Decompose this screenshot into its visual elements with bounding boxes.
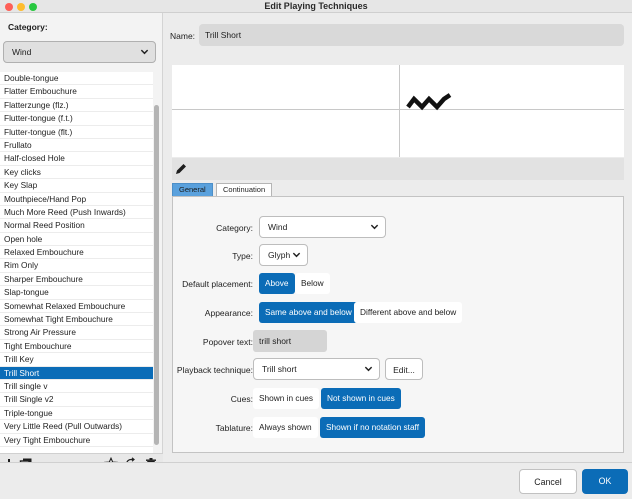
list-item[interactable]: Trill Single v2	[0, 393, 153, 407]
list-item[interactable]: Relaxed Embouchure	[0, 246, 153, 260]
edit-playback-button[interactable]: Edit...	[385, 358, 423, 380]
list-item[interactable]: Open hole	[0, 233, 153, 247]
placement-above-button[interactable]: Above	[259, 273, 295, 294]
playback-technique-value: Trill short	[262, 364, 297, 374]
techniques-list[interactable]: Double-tongue Flatter Embouchure Flatter…	[0, 72, 153, 453]
list-item[interactable]: Tight Embouchure	[0, 340, 153, 354]
placement-below-button[interactable]: Below	[295, 273, 330, 294]
list-item[interactable]: Key clicks	[0, 166, 153, 180]
list-item[interactable]: Slap-tongue	[0, 286, 153, 300]
list-item[interactable]: Flutter-tongue (f.t.)	[0, 112, 153, 126]
title-bar: Edit Playing Techniques	[0, 0, 632, 13]
name-label: Name:	[170, 31, 196, 41]
glyph-preview	[172, 65, 624, 157]
list-item[interactable]: Very Little Reed (Pull Outwards)	[0, 420, 153, 434]
appearance-label: Appearance:	[204, 308, 253, 318]
category-label: Category:	[8, 22, 48, 32]
dialog-footer: Cancel OK	[0, 462, 632, 499]
list-item[interactable]: Rim Only	[0, 259, 153, 273]
tablature-always-button[interactable]: Always shown	[253, 417, 318, 438]
list-item[interactable]: Key Slap	[0, 179, 153, 193]
tab-continuation[interactable]: Continuation	[216, 183, 273, 196]
barline	[399, 65, 400, 157]
popover-text-label: Popover text:	[202, 337, 253, 347]
list-item[interactable]: Mouthpiece/Hand Pop	[0, 193, 153, 206]
list-item[interactable]: Half-closed Hole	[0, 152, 153, 166]
playback-technique-label: Playback technique:	[176, 365, 253, 375]
list-item[interactable]: Normal Reed Position	[0, 219, 153, 233]
staff-line	[172, 109, 624, 110]
cues-shown-button[interactable]: Shown in cues	[253, 388, 319, 409]
type-select-value: Glyph	[268, 250, 291, 260]
playback-technique-select[interactable]: Trill short	[253, 358, 380, 380]
list-item[interactable]: Trill single v	[0, 380, 153, 394]
cues-not-shown-button[interactable]: Not shown in cues	[321, 388, 401, 409]
default-placement-label: Default placement:	[182, 279, 253, 289]
list-item[interactable]: Somewhat Relaxed Embouchure	[0, 300, 153, 314]
technique-editor: Name: Trill Short General Continuation C…	[164, 13, 632, 462]
list-item[interactable]: Frullato	[0, 139, 153, 153]
chevron-down-icon	[364, 366, 373, 372]
type-label: Type:	[232, 251, 253, 261]
category-select-value: Wind	[12, 47, 32, 57]
list-item[interactable]: Somewhat Tight Embouchure	[0, 313, 153, 327]
pencil-icon[interactable]	[174, 162, 188, 176]
chevron-down-icon	[370, 224, 379, 230]
list-item[interactable]: Very Tight Embouchure	[0, 434, 153, 447]
popover-text-field[interactable]: trill short	[253, 330, 327, 352]
category-field-label: Category:	[216, 223, 253, 233]
ok-button[interactable]: OK	[582, 469, 628, 494]
type-select[interactable]: Glyph	[259, 244, 308, 266]
glyph-edit-bar	[172, 158, 624, 180]
list-item[interactable]: Triple-tongue	[0, 407, 153, 421]
list-item[interactable]: Flatter Embouchure	[0, 85, 153, 99]
chevron-down-icon	[140, 49, 149, 55]
name-field[interactable]: Trill Short	[199, 24, 624, 46]
general-panel: Category: Wind Type: Glyph Default place…	[172, 196, 624, 453]
category-select[interactable]: Wind	[3, 41, 156, 63]
tab-general[interactable]: General	[172, 183, 213, 196]
tablature-if-no-notation-button[interactable]: Shown if no notation staff	[320, 417, 426, 438]
list-item[interactable]: Flutter-tongue (flt.)	[0, 126, 153, 139]
list-item[interactable]: Sharper Embouchure	[0, 273, 153, 287]
appearance-same-button[interactable]: Same above and below	[259, 302, 358, 323]
list-item[interactable]: Much More Reed (Push Inwards)	[0, 206, 153, 220]
trill-glyph	[406, 93, 452, 111]
window-title: Edit Playing Techniques	[264, 1, 368, 11]
appearance-different-button[interactable]: Different above and below	[354, 302, 463, 323]
technique-category-select[interactable]: Wind	[259, 216, 386, 238]
cancel-button[interactable]: Cancel	[519, 469, 577, 494]
list-item[interactable]: Strong Air Pressure	[0, 326, 153, 340]
technique-category-value: Wind	[268, 222, 288, 232]
list-item[interactable]: Double-tongue	[0, 72, 153, 86]
list-item[interactable]: Flatterzunge (flz.)	[0, 99, 153, 113]
list-item-selected[interactable]: Trill Short	[0, 366, 153, 380]
tablature-label: Tablature:	[215, 423, 253, 433]
chevron-down-icon	[292, 252, 301, 258]
cues-label: Cues:	[230, 394, 253, 404]
list-item[interactable]: Trill Key	[0, 353, 153, 367]
